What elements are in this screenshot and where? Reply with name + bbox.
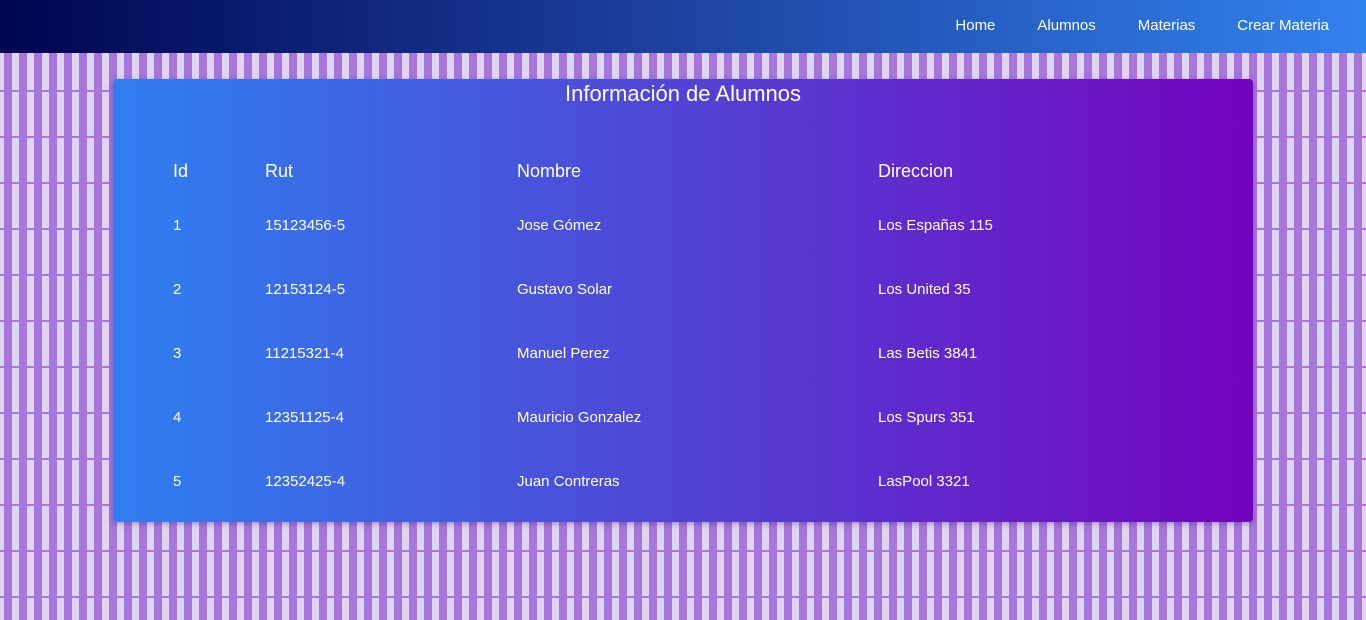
nav-link-alumnos[interactable]: Alumnos [1037,18,1095,35]
cell-nombre: Gustavo Solar [517,281,613,298]
cell-nombre: Jose Gómez [517,217,602,234]
cell-direccion: Los Spurs 351 [878,409,975,426]
card-title: Información de Alumnos [564,81,802,106]
students-card: Información de Alumnos Id Rut Nombre Dir… [113,79,1253,522]
column-header-direccion: Direccion [878,161,954,181]
cell-nombre: Manuel Perez [517,345,610,362]
column-header-rut: Rut [265,161,294,181]
cell-id: 2 [173,281,182,298]
cell-rut: 11215321-4 [265,345,344,362]
cell-id: 3 [173,345,182,362]
nav-link-materias[interactable]: Materias [1138,18,1196,35]
cell-direccion: LasPool 3321 [878,473,970,490]
cell-rut: 12352425-4 [265,473,346,490]
cell-direccion: Los Españas 115 [878,217,993,234]
cell-rut: 12351125-4 [265,409,344,426]
cell-id: 1 [173,217,182,234]
cell-direccion: Las Betis 3841 [878,345,978,362]
cell-rut: 15123456-5 [265,217,346,234]
nav-link-home[interactable]: Home [955,18,995,35]
cell-id: 5 [173,473,182,490]
column-header-id: Id [173,161,189,181]
cell-nombre: Juan Contreras [517,473,620,490]
cell-rut: 12153124-5 [265,281,346,298]
cell-direccion: Los United 35 [878,281,971,298]
column-header-nombre: Nombre [517,161,582,181]
nav-link-crear-materia[interactable]: Crear Materia [1237,18,1329,35]
cell-nombre: Mauricio Gonzalez [517,409,642,426]
top-navbar: Home Alumnos Materias Crear Materia [0,0,1366,53]
cell-id: 4 [173,409,182,426]
